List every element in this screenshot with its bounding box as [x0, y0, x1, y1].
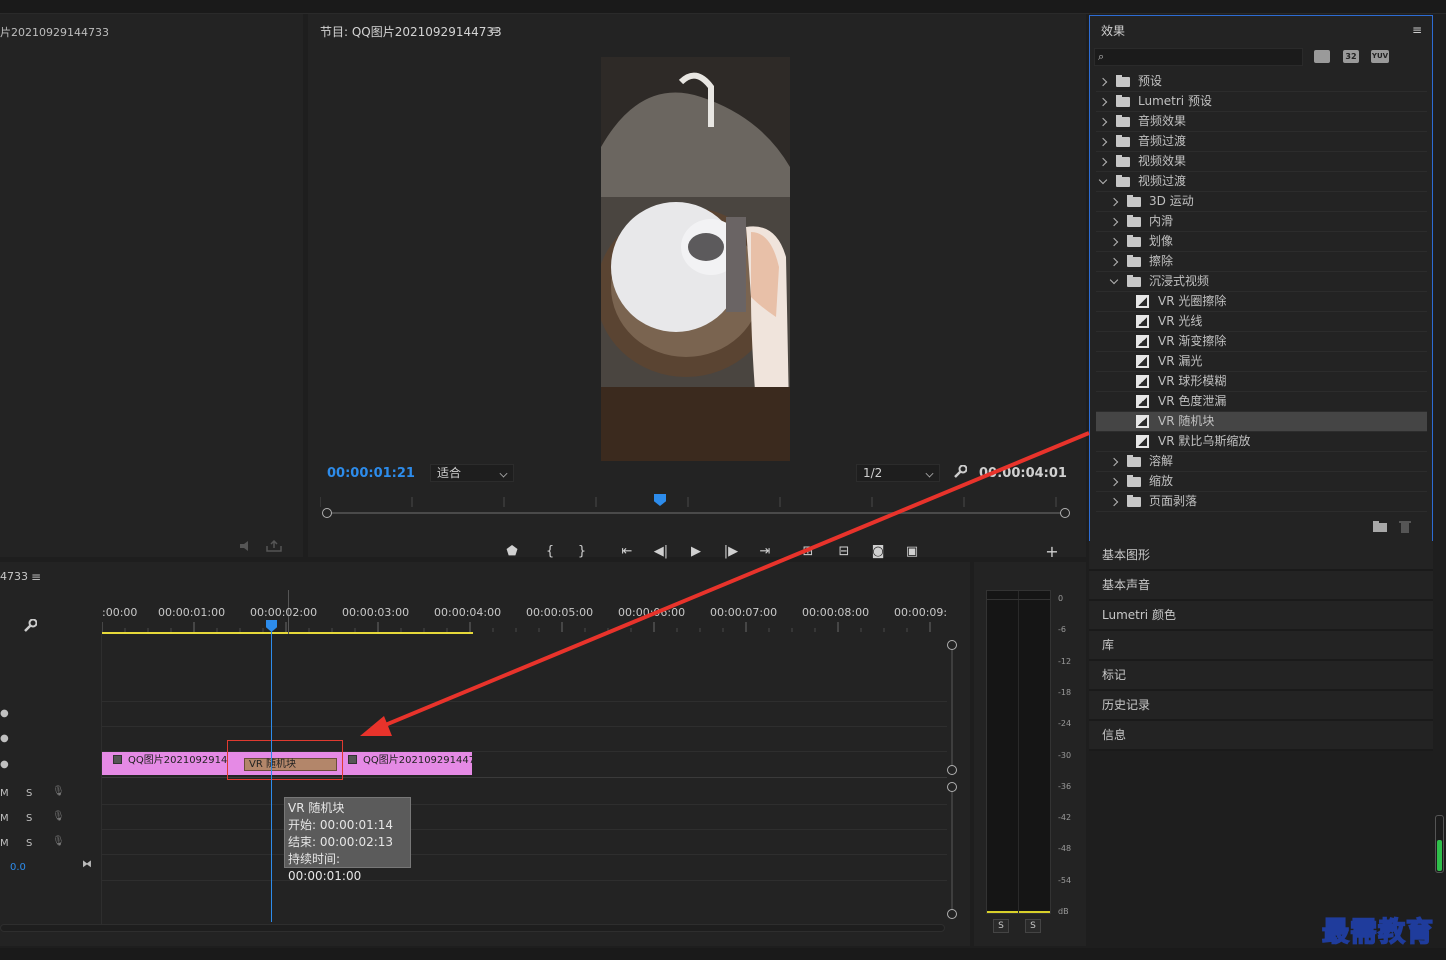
- bottom-status-strip: [0, 948, 1446, 960]
- watermark-logo: 最需教育: [1321, 916, 1434, 949]
- annotation-arrow: [360, 431, 1090, 736]
